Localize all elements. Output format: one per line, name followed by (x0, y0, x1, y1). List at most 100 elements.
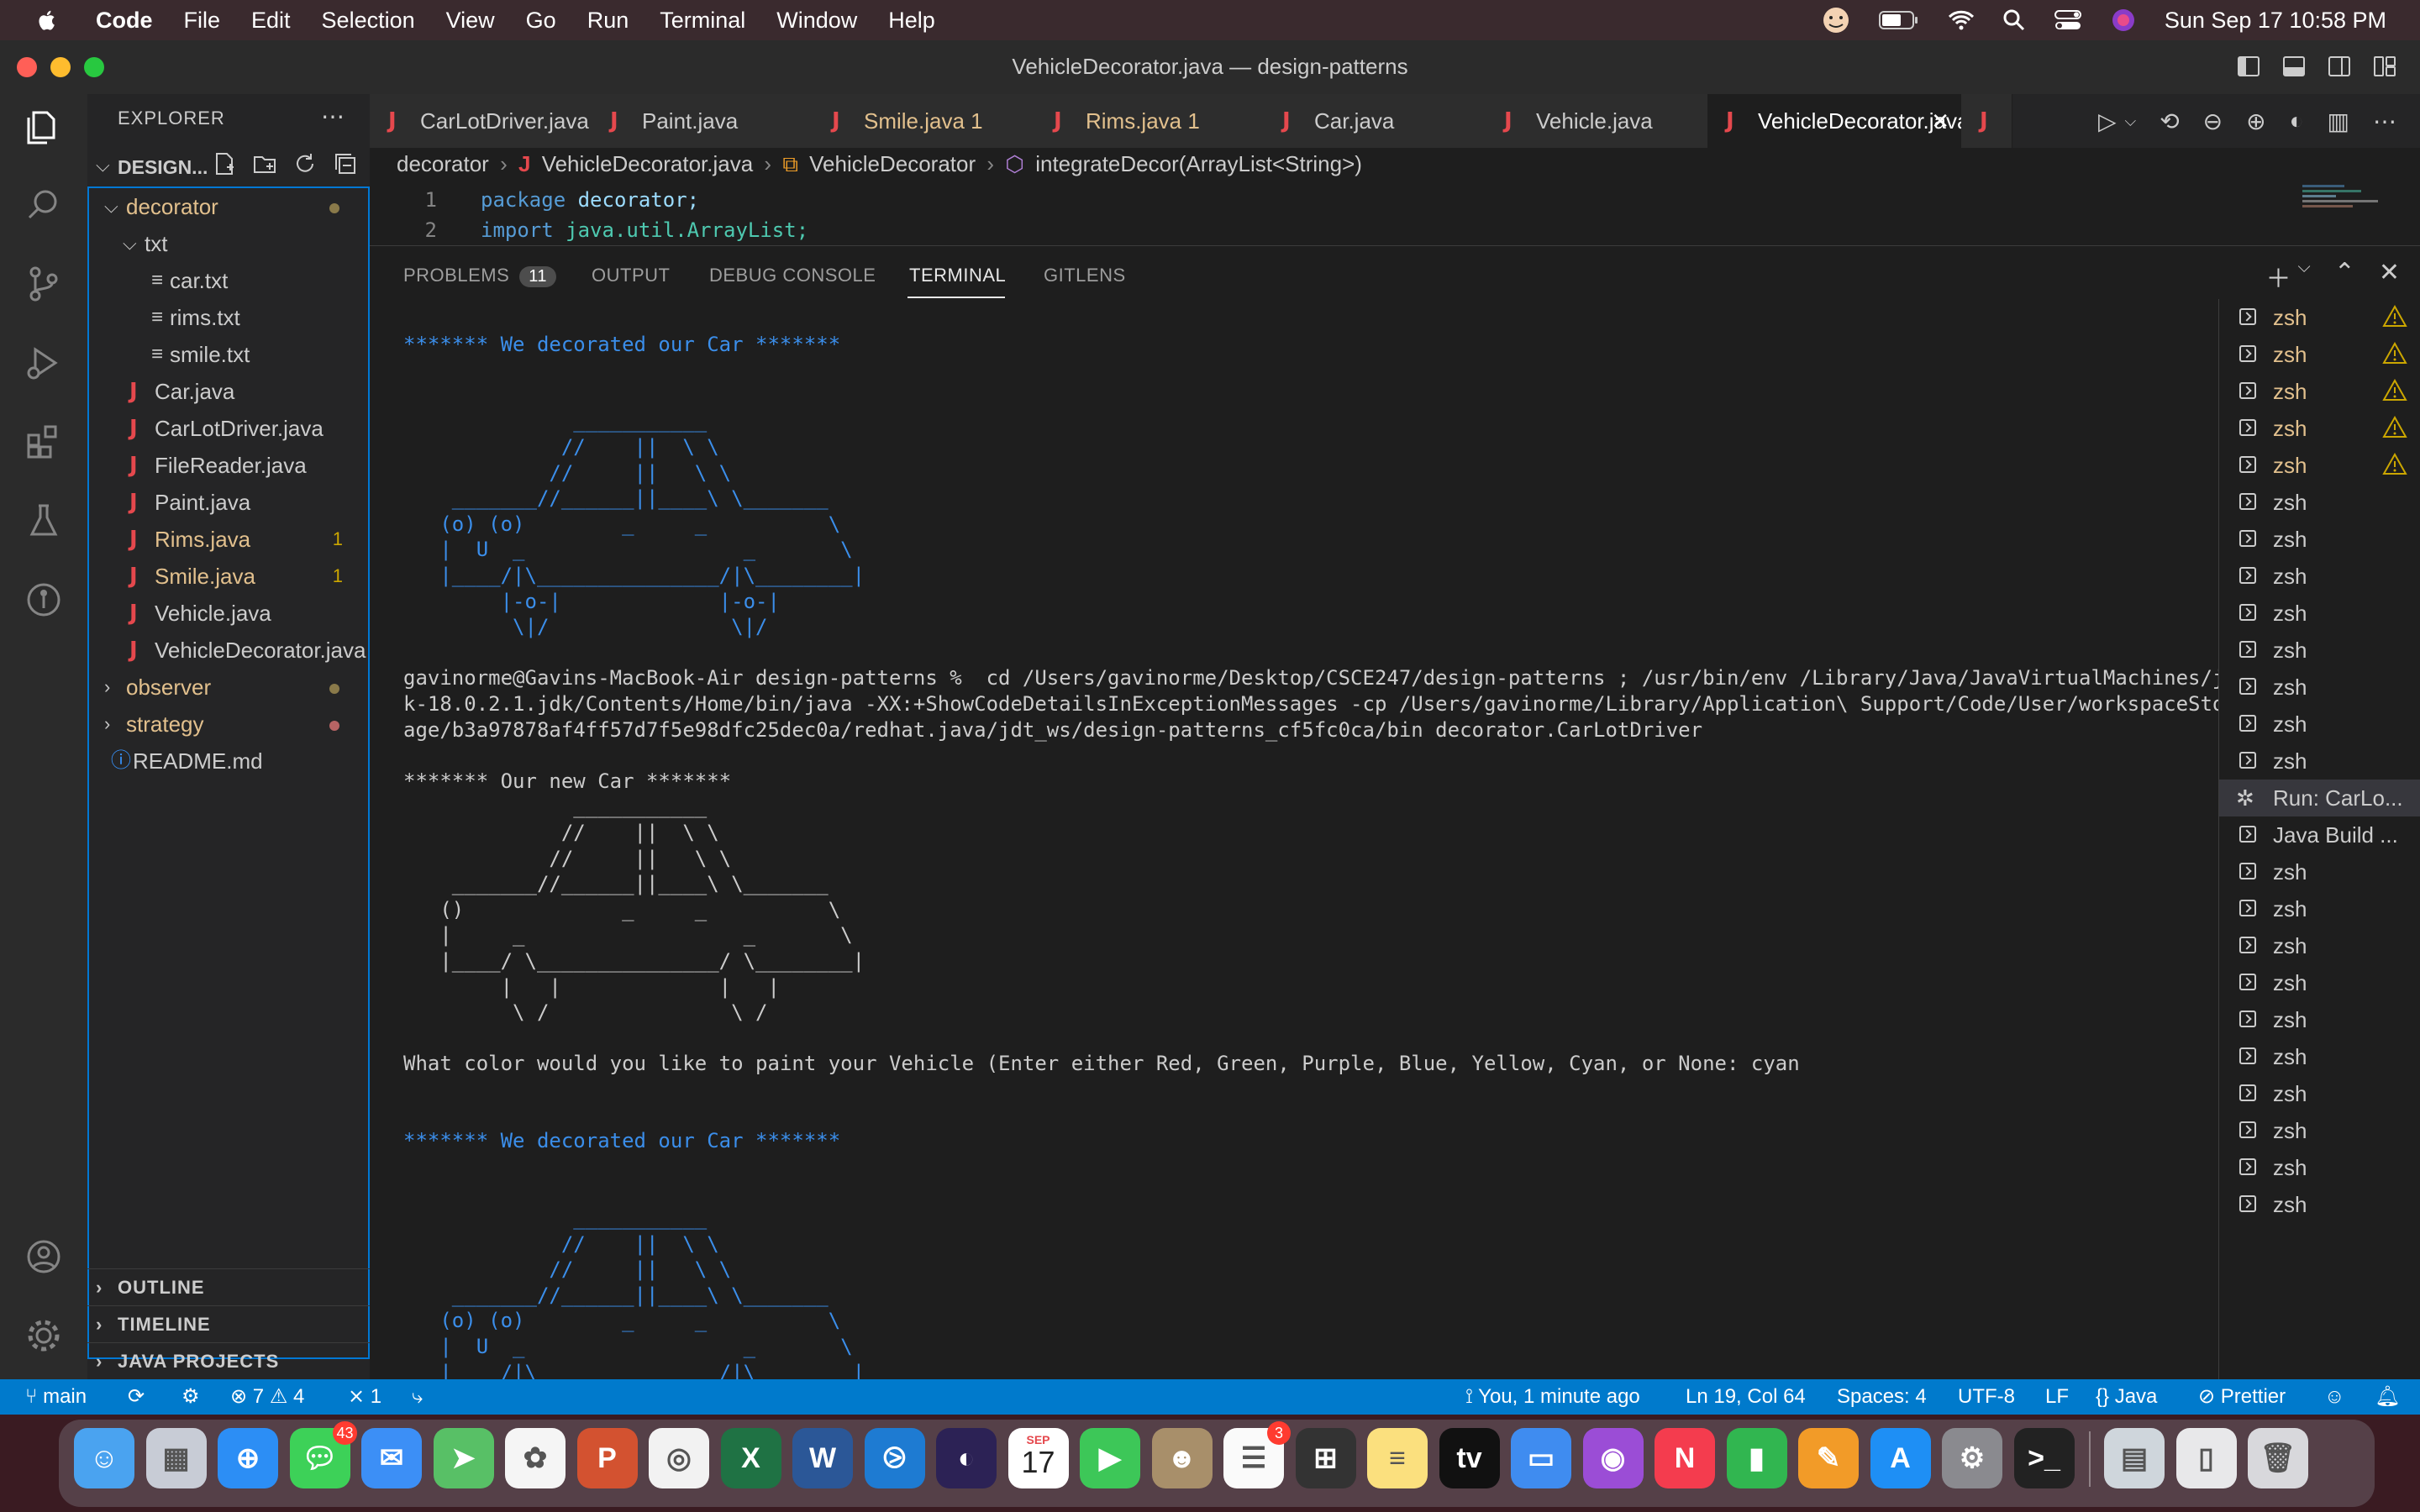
dock-maps-icon[interactable]: ➤ (433, 1428, 494, 1488)
terminal-instance[interactable]: zsh (2219, 706, 2420, 743)
end-of-line[interactable]: LF (2045, 1379, 2069, 1415)
tree-item[interactable]: ≡ smile.txt (89, 336, 368, 373)
tree-item[interactable]: J Vehicle.java (89, 595, 368, 632)
extensions-icon[interactable] (22, 420, 66, 464)
editor-tab[interactable]: J Car.java (1264, 94, 1486, 148)
file-encoding[interactable]: UTF-8 (1958, 1379, 2015, 1415)
editor-tab[interactable]: J VehicleDecorator.java ✕ (1707, 94, 1962, 148)
explorer-icon[interactable] (22, 106, 66, 150)
dock-calculator-icon[interactable]: ⊞ (1295, 1428, 1356, 1488)
tree-item[interactable]: ≡ rims.txt (89, 299, 368, 336)
toggle-secondary-sidebar-icon[interactable] (2328, 55, 2351, 77)
open-changes-icon[interactable]: ⟲ (2160, 108, 2179, 135)
new-terminal-icon[interactable]: ＋ (2266, 258, 2291, 295)
tree-item[interactable]: J Rims.java 1 (89, 521, 368, 558)
dock-finder-icon[interactable]: ☺ (74, 1428, 134, 1488)
dock-preview-icon[interactable]: ▤ (2104, 1428, 2165, 1488)
close-panel-icon[interactable]: ✕ (2379, 258, 2400, 295)
tree-item[interactable]: ≡ car.txt (89, 262, 368, 299)
maximize-panel-icon[interactable]: ⌃ (2334, 258, 2355, 295)
editor-tab[interactable]: J Rims.java 1 (1035, 94, 1265, 148)
dock-safari-icon[interactable]: ⊕ (218, 1428, 278, 1488)
terminal-instance[interactable]: zsh (2219, 1001, 2420, 1038)
run-and-debug-icon[interactable] (22, 341, 66, 385)
siri-icon[interactable] (2111, 8, 2136, 33)
terminal-instance[interactable]: zsh (2219, 595, 2420, 632)
dock-system-preferences-icon[interactable]: ⚙ (1942, 1428, 2002, 1488)
close-tab-icon[interactable]: ✕ (1931, 94, 1949, 148)
customize-layout-icon[interactable] (2373, 55, 2396, 77)
menu-file[interactable]: File (184, 8, 221, 34)
menubar-clock[interactable]: Sun Sep 17 10:58 PM (2165, 8, 2386, 34)
editor-tab[interactable]: J Vehicle.java (1486, 94, 1708, 148)
dock-mail-icon[interactable]: ✉ (361, 1428, 422, 1488)
dock-contacts-icon[interactable]: ☻ (1151, 1428, 1213, 1488)
problems-status[interactable]: ⊗ 7 ⚠ 4 (230, 1379, 304, 1415)
terminal-instance[interactable]: zsh (2219, 336, 2420, 373)
terminal-instance[interactable]: zsh (2219, 632, 2420, 669)
battery-icon[interactable] (1878, 10, 1919, 30)
spotlight-search-icon[interactable] (2003, 9, 2025, 31)
dock-app-store-icon[interactable]: A (1870, 1428, 1931, 1488)
overflow-tab[interactable]: J (1961, 94, 2012, 148)
breadcrumb-class[interactable]: VehicleDecorator (809, 151, 976, 176)
dock-terminal-icon[interactable]: >_ (2013, 1428, 2075, 1488)
menu-window[interactable]: Window (776, 8, 857, 34)
terminal-instance[interactable]: zsh (2219, 558, 2420, 595)
terminal-instance[interactable]: zsh (2219, 1186, 2420, 1223)
terminal-instance[interactable]: zsh (2219, 1149, 2420, 1186)
dock-word-icon[interactable]: W (792, 1428, 853, 1488)
terminal-instance[interactable]: zsh (2219, 484, 2420, 521)
tree-item[interactable]: J CarLotDriver.java (89, 410, 368, 447)
tab-output[interactable]: OUTPUT (592, 265, 670, 286)
previous-revision-icon[interactable]: ⊖ (2203, 108, 2223, 135)
dock-numbers-icon[interactable]: ▮ (1726, 1428, 1787, 1488)
editor-tab[interactable]: J Paint.java (592, 94, 814, 148)
project-root-header[interactable]: ⌵ DESIGN... (87, 148, 370, 185)
terminal-instance[interactable]: ✲ Run: CarLo... (2219, 780, 2420, 816)
indentation[interactable]: Spaces: 4 (1837, 1379, 1927, 1415)
outline-section[interactable]: › OUTLINE (87, 1268, 370, 1306)
dock-photos-icon[interactable]: ✿ (505, 1428, 566, 1488)
toggle-panel-icon[interactable] (2282, 55, 2306, 77)
terminal-instance[interactable]: zsh (2219, 853, 2420, 890)
terminal-instance[interactable]: zsh (2219, 669, 2420, 706)
source-control-icon[interactable] (22, 262, 66, 306)
terminal-instance[interactable]: zsh (2219, 927, 2420, 964)
tree-item[interactable]: J Paint.java (89, 484, 368, 521)
terminal-instance[interactable]: zsh (2219, 1112, 2420, 1149)
terminal-instance[interactable]: zsh (2219, 373, 2420, 410)
editor-tab[interactable]: J CarLotDriver.java (370, 94, 592, 148)
terminal-instance[interactable]: zsh (2219, 1038, 2420, 1075)
dock-calendar-icon[interactable]: SEP 17 (1007, 1428, 1069, 1488)
menu-app-name[interactable]: Code (96, 8, 153, 34)
dock-notes-icon[interactable]: ≡ (1367, 1428, 1428, 1488)
live-share-icon[interactable]: ⤷ (412, 1379, 423, 1415)
tab-debug-console[interactable]: DEBUG CONSOLE (709, 265, 876, 286)
terminal-instance[interactable]: zsh (2219, 1075, 2420, 1112)
accounts-icon[interactable] (22, 1235, 66, 1278)
git-blame-status[interactable]: ⟟ You, 1 minute ago (1465, 1379, 1640, 1415)
more-actions-icon[interactable]: ⋯ (2373, 108, 2396, 135)
ports-status[interactable]: ⨯ 1 (348, 1379, 381, 1415)
gitlens-icon[interactable] (22, 578, 66, 622)
dock-facetime-icon[interactable]: ▶ (1080, 1428, 1140, 1488)
tree-item[interactable]: J Car.java (89, 373, 368, 410)
tree-item[interactable]: ⓘ README.md (89, 743, 368, 780)
manage-gear-icon[interactable] (22, 1314, 66, 1357)
wifi-icon[interactable] (1948, 9, 1975, 31)
editor-area[interactable]: decorator › J VehicleDecorator.java › ⧉ … (370, 148, 2420, 245)
git-branch-status[interactable]: ⑂ main (25, 1379, 87, 1415)
tree-item[interactable]: › strategy (89, 706, 368, 743)
split-editor-icon[interactable]: ▥ (2328, 108, 2349, 135)
sync-icon[interactable]: ⟳ (128, 1379, 145, 1415)
tab-gitlens[interactable]: GITLENS (1044, 265, 1126, 286)
tree-item[interactable]: ⌵ txt (89, 225, 368, 262)
terminal-instance[interactable]: zsh (2219, 890, 2420, 927)
breadcrumb-file[interactable]: VehicleDecorator.java (542, 151, 753, 176)
control-center-icon[interactable] (2054, 9, 2082, 31)
editor-tab[interactable]: J Smile.java 1 (813, 94, 1036, 148)
breadcrumb-method[interactable]: integrateDecor(ArrayList<String>) (1035, 151, 1362, 176)
terminal-instance[interactable]: zsh (2219, 410, 2420, 447)
menu-help[interactable]: Help (888, 8, 935, 34)
